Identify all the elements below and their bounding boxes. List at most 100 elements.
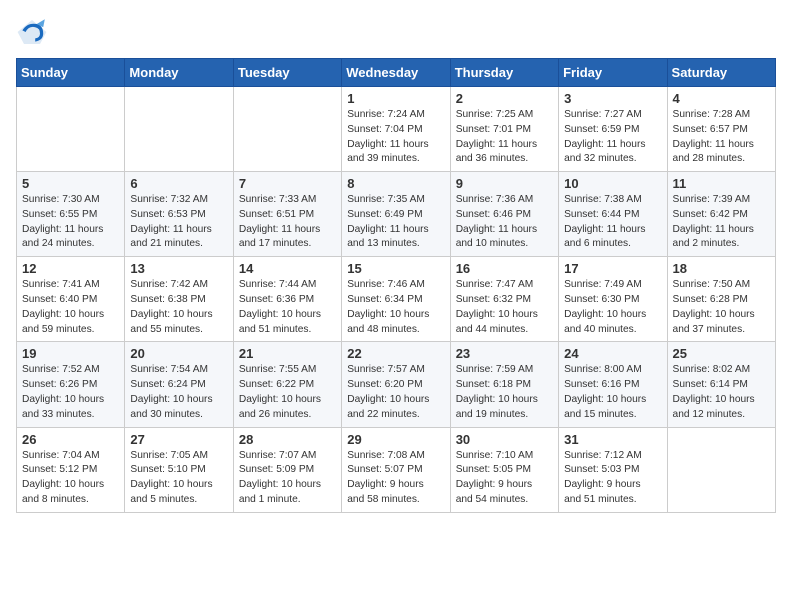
calendar-week-row: 1Sunrise: 7:24 AM Sunset: 7:04 PM Daylig… (17, 87, 776, 172)
calendar-cell: 1Sunrise: 7:24 AM Sunset: 7:04 PM Daylig… (342, 87, 450, 172)
cell-content: Sunrise: 7:04 AM Sunset: 5:12 PM Dayligh… (22, 449, 119, 508)
weekday-header-saturday: Saturday (667, 59, 775, 87)
calendar-cell: 6 Sunrise: 7:32 AM Sunset: 6:53 PM Daylig… (125, 172, 233, 257)
cell-content: Sunrise: 7:24 AM Sunset: 7:04 PM Dayligh… (347, 108, 444, 167)
calendar-cell: 4Sunrise: 7:28 AM Sunset: 6:57 PM Daylig… (667, 87, 775, 172)
day-number: 4 (673, 91, 770, 106)
calendar-cell: 21 Sunrise: 7:55 AM Sunset: 6:22 PM Dayli… (233, 342, 341, 427)
day-number: 9 (456, 176, 553, 191)
cell-content: Sunrise: 7:35 AM Sunset: 6:49 PM Dayligh… (347, 193, 444, 252)
calendar-cell: 13 Sunrise: 7:42 AM Sunset: 6:38 PM Dayli… (125, 257, 233, 342)
cell-content: Sunrise: 8:00 AM Sunset: 6:16 PM Dayligh… (564, 363, 661, 422)
day-number: 7 (239, 176, 336, 191)
calendar-cell: 14 Sunrise: 7:44 AM Sunset: 6:36 PM Dayli… (233, 257, 341, 342)
cell-content: Sunrise: 7:46 AM Sunset: 6:34 PM Dayligh… (347, 278, 444, 337)
day-number: 28 (239, 432, 336, 447)
calendar-week-row: 12 Sunrise: 7:41 AM Sunset: 6:40 PM Dayli… (17, 257, 776, 342)
cell-content: Sunrise: 7:25 AM Sunset: 7:01 PM Dayligh… (456, 108, 553, 167)
cell-content: Sunrise: 7:57 AM Sunset: 6:20 PM Dayligh… (347, 363, 444, 422)
day-number: 30 (456, 432, 553, 447)
calendar-cell: 16 Sunrise: 7:47 AM Sunset: 6:32 PM Dayli… (450, 257, 558, 342)
calendar-cell: 29 Sunrise: 7:08 AM Sunset: 5:07 PM Dayli… (342, 427, 450, 512)
day-number: 5 (22, 176, 119, 191)
calendar-cell: 27 Sunrise: 7:05 AM Sunset: 5:10 PM Dayli… (125, 427, 233, 512)
day-number: 13 (130, 261, 227, 276)
cell-content: Sunrise: 7:08 AM Sunset: 5:07 PM Dayligh… (347, 449, 444, 508)
weekday-header-tuesday: Tuesday (233, 59, 341, 87)
cell-content: Sunrise: 7:27 AM Sunset: 6:59 PM Dayligh… (564, 108, 661, 167)
calendar-cell: 9 Sunrise: 7:36 AM Sunset: 6:46 PM Daylig… (450, 172, 558, 257)
calendar-cell: 25Sunrise: 8:02 AM Sunset: 6:14 PM Dayli… (667, 342, 775, 427)
calendar-cell (233, 87, 341, 172)
day-number: 12 (22, 261, 119, 276)
calendar-cell: 26 Sunrise: 7:04 AM Sunset: 5:12 PM Dayli… (17, 427, 125, 512)
calendar-cell: 10 Sunrise: 7:38 AM Sunset: 6:44 PM Dayli… (559, 172, 667, 257)
calendar-cell: 22 Sunrise: 7:57 AM Sunset: 6:20 PM Dayli… (342, 342, 450, 427)
day-number: 18 (673, 261, 770, 276)
cell-content: Sunrise: 7:10 AM Sunset: 5:05 PM Dayligh… (456, 449, 553, 508)
cell-content: Sunrise: 7:44 AM Sunset: 6:36 PM Dayligh… (239, 278, 336, 337)
cell-content: Sunrise: 7:30 AM Sunset: 6:55 PM Dayligh… (22, 193, 119, 252)
day-number: 16 (456, 261, 553, 276)
day-number: 17 (564, 261, 661, 276)
calendar-cell: 24 Sunrise: 8:00 AM Sunset: 6:16 PM Dayli… (559, 342, 667, 427)
cell-content: Sunrise: 7:54 AM Sunset: 6:24 PM Dayligh… (130, 363, 227, 422)
day-number: 25 (673, 346, 770, 361)
page-header (16, 16, 776, 48)
calendar-cell: 17Sunrise: 7:49 AM Sunset: 6:30 PM Dayli… (559, 257, 667, 342)
cell-content: Sunrise: 7:55 AM Sunset: 6:22 PM Dayligh… (239, 363, 336, 422)
day-number: 11 (673, 176, 770, 191)
cell-content: Sunrise: 7:59 AM Sunset: 6:18 PM Dayligh… (456, 363, 553, 422)
calendar-cell: 31 Sunrise: 7:12 AM Sunset: 5:03 PM Dayli… (559, 427, 667, 512)
cell-content: Sunrise: 7:47 AM Sunset: 6:32 PM Dayligh… (456, 278, 553, 337)
calendar-cell: 20 Sunrise: 7:54 AM Sunset: 6:24 PM Dayli… (125, 342, 233, 427)
weekday-header-friday: Friday (559, 59, 667, 87)
logo-icon (16, 16, 48, 48)
cell-content: Sunrise: 7:05 AM Sunset: 5:10 PM Dayligh… (130, 449, 227, 508)
logo (16, 16, 52, 48)
cell-content: Sunrise: 7:42 AM Sunset: 6:38 PM Dayligh… (130, 278, 227, 337)
calendar-cell: 8Sunrise: 7:35 AM Sunset: 6:49 PM Daylig… (342, 172, 450, 257)
calendar-week-row: 19Sunrise: 7:52 AM Sunset: 6:26 PM Dayli… (17, 342, 776, 427)
cell-content: Sunrise: 7:32 AM Sunset: 6:53 PM Dayligh… (130, 193, 227, 252)
day-number: 2 (456, 91, 553, 106)
cell-content: Sunrise: 7:07 AM Sunset: 5:09 PM Dayligh… (239, 449, 336, 508)
calendar-cell: 23 Sunrise: 7:59 AM Sunset: 6:18 PM Dayli… (450, 342, 558, 427)
day-number: 29 (347, 432, 444, 447)
cell-content: Sunrise: 7:38 AM Sunset: 6:44 PM Dayligh… (564, 193, 661, 252)
calendar-week-row: 26 Sunrise: 7:04 AM Sunset: 5:12 PM Dayli… (17, 427, 776, 512)
calendar-cell: 30 Sunrise: 7:10 AM Sunset: 5:05 PM Dayli… (450, 427, 558, 512)
day-number: 21 (239, 346, 336, 361)
calendar-cell: 18 Sunrise: 7:50 AM Sunset: 6:28 PM Dayli… (667, 257, 775, 342)
calendar-cell (125, 87, 233, 172)
cell-content: Sunrise: 7:50 AM Sunset: 6:28 PM Dayligh… (673, 278, 770, 337)
day-number: 15 (347, 261, 444, 276)
calendar-cell (667, 427, 775, 512)
day-number: 26 (22, 432, 119, 447)
day-number: 27 (130, 432, 227, 447)
cell-content: Sunrise: 7:12 AM Sunset: 5:03 PM Dayligh… (564, 449, 661, 508)
calendar-cell: 11 Sunrise: 7:39 AM Sunset: 6:42 PM Dayli… (667, 172, 775, 257)
day-number: 20 (130, 346, 227, 361)
day-number: 6 (130, 176, 227, 191)
calendar-cell: 3Sunrise: 7:27 AM Sunset: 6:59 PM Daylig… (559, 87, 667, 172)
cell-content: Sunrise: 7:39 AM Sunset: 6:42 PM Dayligh… (673, 193, 770, 252)
calendar-week-row: 5 Sunrise: 7:30 AM Sunset: 6:55 PM Daylig… (17, 172, 776, 257)
calendar-table: SundayMondayTuesdayWednesdayThursdayFrid… (16, 58, 776, 513)
calendar-cell: 12 Sunrise: 7:41 AM Sunset: 6:40 PM Dayli… (17, 257, 125, 342)
day-number: 24 (564, 346, 661, 361)
day-number: 22 (347, 346, 444, 361)
weekday-header-monday: Monday (125, 59, 233, 87)
cell-content: Sunrise: 7:52 AM Sunset: 6:26 PM Dayligh… (22, 363, 119, 422)
weekday-header-sunday: Sunday (17, 59, 125, 87)
weekday-header-thursday: Thursday (450, 59, 558, 87)
cell-content: Sunrise: 7:41 AM Sunset: 6:40 PM Dayligh… (22, 278, 119, 337)
day-number: 23 (456, 346, 553, 361)
day-number: 14 (239, 261, 336, 276)
calendar-cell: 15 Sunrise: 7:46 AM Sunset: 6:34 PM Dayli… (342, 257, 450, 342)
day-number: 10 (564, 176, 661, 191)
day-number: 31 (564, 432, 661, 447)
calendar-cell (17, 87, 125, 172)
calendar-cell: 19Sunrise: 7:52 AM Sunset: 6:26 PM Dayli… (17, 342, 125, 427)
cell-content: Sunrise: 7:36 AM Sunset: 6:46 PM Dayligh… (456, 193, 553, 252)
